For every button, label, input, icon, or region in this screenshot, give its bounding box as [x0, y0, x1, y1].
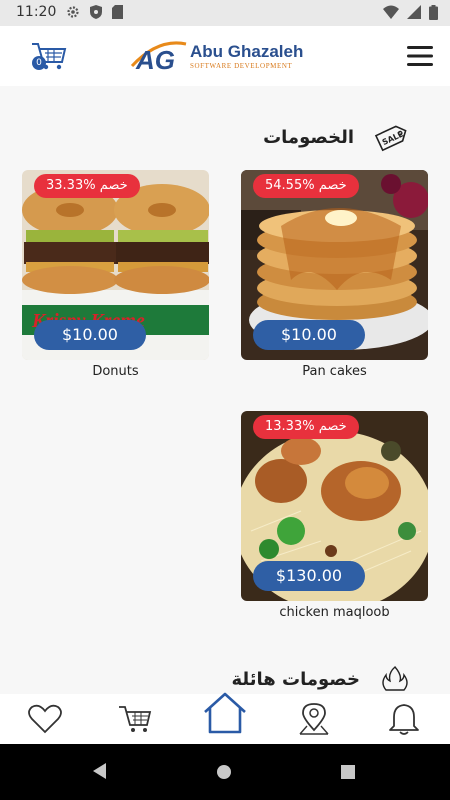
status-time: 11:20 [16, 4, 57, 20]
settings-icon [66, 5, 80, 23]
nav-location[interactable] [294, 700, 334, 738]
product-image[interactable]: 13.33% خصم $130.00 [241, 411, 428, 601]
nav-cart[interactable] [115, 700, 155, 738]
price-tag: $10.00 [253, 320, 365, 350]
menu-button[interactable] [406, 42, 434, 70]
favorites-heart-icon [28, 704, 62, 734]
cart-button[interactable]: 0 [28, 40, 68, 72]
product-name: Donuts [92, 364, 139, 379]
discounts-section-header: الخصومات SALE [263, 120, 410, 154]
back-triangle-icon [93, 763, 106, 779]
shield-icon [90, 5, 102, 23]
discount-badge: 33.33% خصم [34, 174, 140, 198]
price-tag: $10.00 [34, 320, 146, 350]
location-pin-icon [299, 703, 329, 735]
nav-notifications[interactable] [384, 700, 424, 738]
sale-tag-icon: SALE [374, 125, 407, 152]
app-bar: 0 AG Abu Ghazaleh SOFTWARE DEVELOPMENT [0, 26, 450, 86]
huge-discounts-section-header: خصومات هائلة [231, 662, 410, 694]
product-card[interactable]: Krispy Kreme 33.33% خصم $10.00 Donuts [22, 170, 209, 379]
logo-name: Abu Ghazaleh [190, 42, 304, 61]
section-title: الخصومات [263, 126, 354, 148]
signal-icon [407, 5, 421, 24]
sd-card-icon [112, 5, 123, 23]
hamburger-menu-icon [407, 46, 433, 66]
recents-button[interactable] [340, 764, 356, 784]
wifi-icon [383, 5, 399, 24]
product-image[interactable]: 54.55% خصم $10.00 [241, 170, 428, 360]
shopping-cart-icon [119, 706, 152, 732]
home-icon [204, 692, 246, 734]
nav-home[interactable] [202, 692, 248, 734]
back-button[interactable] [92, 762, 108, 784]
discount-badge: 13.33% خصم [253, 415, 359, 439]
product-name: Pan cakes [302, 364, 367, 379]
product-image[interactable]: Krispy Kreme 33.33% خصم $10.00 [22, 170, 209, 360]
fire-icon [382, 666, 408, 691]
logo-mark-icon: AG [130, 41, 187, 74]
company-logo: AG Abu Ghazaleh SOFTWARE DEVELOPMENT [130, 38, 320, 74]
product-name: chicken maqloob [279, 605, 390, 620]
product-card[interactable]: 54.55% خصم $10.00 Pan cakes [241, 170, 428, 379]
bottom-navigation [0, 692, 450, 744]
home-system-button[interactable] [216, 764, 232, 784]
battery-icon [429, 5, 438, 24]
cart-count-badge: 0 [32, 56, 46, 70]
logo-tagline: SOFTWARE DEVELOPMENT [190, 62, 293, 70]
home-circle-icon [217, 765, 231, 779]
recents-square-icon [341, 765, 355, 779]
price-tag: $130.00 [253, 561, 365, 591]
status-bar: 11:20 [0, 0, 450, 26]
product-card[interactable]: 13.33% خصم $130.00 chicken maqloob [241, 411, 428, 620]
discount-badge: 54.55% خصم [253, 174, 359, 198]
notifications-bell-icon [389, 704, 419, 735]
system-navigation-bar [0, 744, 450, 800]
nav-favorites[interactable] [25, 700, 65, 738]
logo-initials: AG [135, 45, 175, 74]
main-content[interactable]: الخصومات SALE 54.55% خصم $10.00 Pan cake… [0, 108, 450, 694]
section-title: خصومات هائلة [231, 668, 360, 690]
